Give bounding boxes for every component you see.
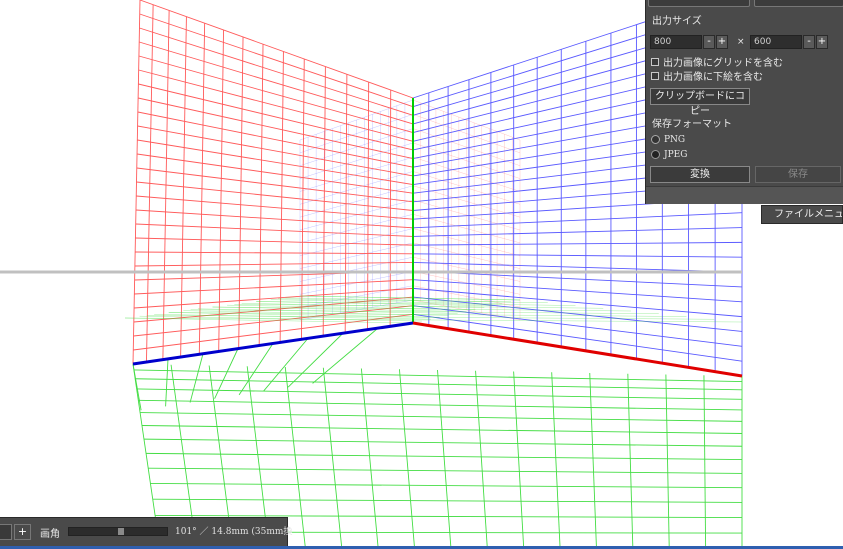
format-option-png[interactable]: PNG (651, 133, 685, 146)
left-wall-grid-line (137, 139, 414, 185)
left-wall-grid-line (137, 125, 414, 177)
right-wall-grid-line (412, 313, 743, 362)
floor-grid-line (238, 343, 274, 396)
field-of-view-label: 画角 (40, 529, 60, 540)
floor-grid-line (322, 367, 343, 549)
include-grid-checkbox-row[interactable]: 出力画像にグリッドを含む (651, 55, 783, 69)
include-underdrawing-checkbox[interactable] (651, 71, 659, 80)
floor-grid-line (665, 374, 670, 549)
height-minus-button[interactable]: - (803, 35, 815, 49)
floor-grid-line (551, 372, 561, 549)
floor-grid-line (132, 363, 142, 411)
left-wall-grid-line (139, 27, 414, 116)
left-wall-grid-line (136, 181, 414, 211)
jpeg-label: JPEG (664, 149, 688, 160)
floor-grid-line (284, 366, 306, 549)
include-underdrawing-label: 出力画像に下絵を含む (663, 72, 763, 83)
toolbar-left-stub[interactable] (0, 524, 12, 540)
x-axis-line (412, 321, 743, 378)
include-grid-label: 出力画像にグリッドを含む (663, 58, 783, 69)
right-wall-grid-line (412, 241, 743, 246)
jpeg-radio[interactable] (651, 150, 660, 159)
left-wall-grid-line (135, 209, 414, 229)
convert-button[interactable]: 変換 (650, 166, 750, 183)
right-wall-grid-line (412, 227, 743, 237)
png-label: PNG (664, 134, 686, 145)
format-option-jpeg[interactable]: JPEG (651, 148, 687, 161)
floor-grid-line (263, 338, 309, 392)
output-width-field[interactable]: 800 (650, 35, 702, 49)
include-grid-checkbox[interactable] (651, 57, 659, 66)
file-menu-button[interactable]: ファイルメニュー (761, 205, 843, 224)
right-wall-grid-line (412, 279, 743, 303)
left-wall-grid-line (136, 167, 414, 203)
floor-grid-line (703, 375, 707, 549)
height-plus-button[interactable]: + (816, 35, 828, 49)
right-wall-grid-line (412, 212, 743, 229)
left-wall-grid-line (138, 69, 414, 142)
z-axis-line (132, 321, 414, 366)
left-wall-grid-line (136, 153, 414, 194)
left-wall-grid-line (134, 287, 414, 309)
save-button[interactable]: 保存 (755, 166, 841, 183)
left-wall-grid-line (135, 237, 414, 246)
width-plus-button[interactable]: + (716, 35, 728, 49)
panel-top-button-1[interactable] (648, 0, 750, 7)
floor-grid-line (214, 348, 239, 399)
left-wall-grid-line (139, 13, 414, 108)
floor-grid-line (398, 369, 416, 549)
left-wall-grid-line (136, 195, 414, 220)
floor-grid-line (475, 370, 488, 549)
floor-grid-line (589, 372, 597, 549)
left-wall-grid-line (135, 223, 414, 237)
left-wall-grid-line (134, 261, 414, 267)
field-of-view-slider-knob[interactable] (118, 528, 124, 535)
left-wall-grid-line (134, 279, 414, 295)
panel-status-strip (646, 186, 843, 204)
times-symbol: × (737, 37, 745, 47)
floor-grid-line (513, 371, 525, 549)
right-wall-grid-line (412, 253, 743, 258)
copy-to-clipboard-button[interactable]: クリップボードにコピー (650, 88, 750, 117)
width-minus-button[interactable]: - (703, 35, 715, 49)
floor-grid-line (165, 358, 169, 407)
output-height-field[interactable]: 600 (750, 35, 802, 49)
panel-top-button-2[interactable] (754, 0, 843, 7)
floor-grid-line (189, 353, 204, 403)
save-format-label: 保存フォーマット (652, 119, 732, 130)
floor-grid-line (627, 373, 634, 549)
bottom-toolbar: + 画角 101° ／ 14.8mm (35mm換 (0, 517, 292, 546)
png-radio[interactable] (651, 135, 660, 144)
floor-grid-line (437, 369, 452, 549)
include-underdrawing-checkbox-row[interactable]: 出力画像に下絵を含む (651, 69, 763, 83)
toolbar-plus-button[interactable]: + (14, 524, 31, 540)
field-of-view-readout: 101° ／ 14.8mm (35mm換 (175, 527, 293, 537)
export-panel: 出力サイズ 800 - + × 600 - + 出力画像にグリッドを含む 出力画… (645, 0, 843, 204)
floor-grid-line (360, 368, 379, 549)
field-of-view-slider[interactable] (68, 527, 168, 536)
output-size-label: 出力サイズ (652, 16, 702, 27)
